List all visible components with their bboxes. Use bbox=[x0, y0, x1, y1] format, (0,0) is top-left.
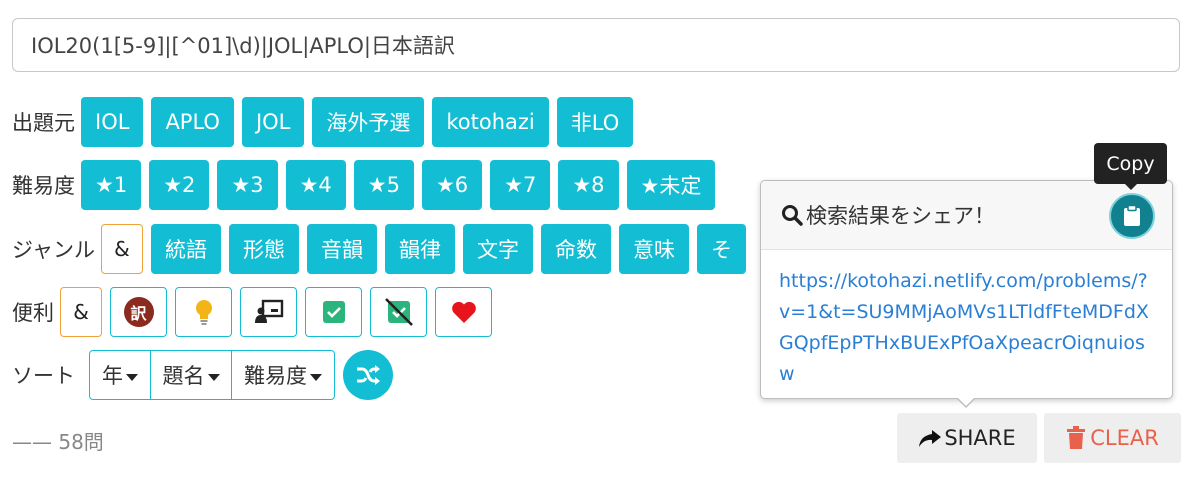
sort-year-label: 年 bbox=[102, 364, 123, 388]
difficulty-chip-7[interactable]: ★7 bbox=[490, 160, 551, 210]
difficulty-chip-8[interactable]: ★8 bbox=[558, 160, 619, 210]
genre-chip-semantics[interactable]: 意味 bbox=[618, 224, 689, 274]
sort-row: ソート 年 題名 難易度 bbox=[12, 350, 393, 400]
genre-chip-other[interactable]: そ bbox=[696, 224, 746, 274]
translation-glyph: 訳 bbox=[130, 304, 147, 323]
source-chip-aplo[interactable]: APLO bbox=[151, 97, 234, 147]
difficulty-chip-4[interactable]: ★4 bbox=[285, 160, 346, 210]
genre-chip-syntax[interactable]: 統語 bbox=[150, 224, 221, 274]
difficulty-chip-2[interactable]: ★2 bbox=[149, 160, 210, 210]
search-icon bbox=[782, 205, 803, 226]
heart-icon bbox=[451, 301, 476, 323]
sort-label: ソート bbox=[12, 364, 75, 388]
genre-chip-morphology[interactable]: 形態 bbox=[228, 224, 299, 274]
caret-down-icon bbox=[126, 373, 138, 381]
popover-title: 検索結果をシェア！ bbox=[806, 204, 995, 228]
genre-chip-prosody[interactable]: 韻律 bbox=[384, 224, 455, 274]
caret-down-icon bbox=[207, 373, 220, 381]
source-chip-kotohazi[interactable]: kotohazi bbox=[432, 97, 549, 147]
sort-title-label: 題名 bbox=[162, 364, 205, 388]
share-label: SHARE bbox=[944, 426, 1016, 450]
presenter-icon bbox=[254, 299, 283, 323]
genre-chip-phonology[interactable]: 音韻 bbox=[306, 224, 377, 274]
source-filter-row: 出題元 IOL APLO JOL 海外予選 kotohazi 非LO bbox=[12, 97, 641, 147]
copy-tooltip: Copy bbox=[1094, 143, 1167, 190]
result-count: —— 58問 bbox=[12, 430, 104, 454]
sort-by-difficulty-button[interactable]: 難易度 bbox=[231, 350, 335, 400]
convenience-and-toggle[interactable]: & bbox=[60, 287, 102, 337]
checked-icon bbox=[322, 301, 345, 323]
genre-filter-row: ジャンル & 統語 形態 音韻 韻律 文字 命数 意味 そ bbox=[12, 224, 772, 274]
source-label: 出題元 bbox=[12, 111, 75, 135]
favorite-filter-button[interactable] bbox=[435, 287, 492, 337]
convenience-filter-row: 便利 & 訳 bbox=[12, 287, 500, 337]
lightbulb-icon bbox=[195, 300, 212, 325]
solved-filter-button[interactable] bbox=[305, 287, 362, 337]
clear-label: CLEAR bbox=[1090, 426, 1159, 450]
difficulty-chip-1[interactable]: ★1 bbox=[81, 160, 142, 210]
share-url[interactable]: https://kotohazi.netlify.com/problems/?v… bbox=[761, 250, 1172, 390]
unchecked-icon bbox=[384, 298, 413, 326]
genre-and-toggle[interactable]: & bbox=[100, 224, 143, 274]
convenience-label: 便利 bbox=[12, 301, 54, 325]
sort-button-group: 年 題名 難易度 bbox=[89, 350, 335, 400]
genre-label: ジャンル bbox=[12, 238, 95, 262]
genre-chip-writing[interactable]: 文字 bbox=[462, 224, 533, 274]
unsolved-filter-button[interactable] bbox=[370, 287, 427, 337]
caret-down-icon bbox=[310, 373, 322, 381]
source-chip-overseas[interactable]: 海外予選 bbox=[312, 97, 425, 147]
search-input[interactable] bbox=[12, 18, 1180, 72]
popover-header: 検索結果をシェア！ bbox=[761, 181, 1172, 250]
shuffle-button[interactable] bbox=[343, 350, 393, 400]
sort-difficulty-label: 難易度 bbox=[244, 364, 307, 388]
translation-icon: 訳 bbox=[123, 297, 154, 327]
difficulty-chip-6[interactable]: ★6 bbox=[421, 160, 483, 210]
translation-filter-button[interactable]: 訳 bbox=[110, 287, 167, 337]
trash-icon bbox=[1067, 426, 1086, 449]
sort-by-title-button[interactable]: 題名 bbox=[149, 350, 233, 400]
source-chip-non-lo[interactable]: 非LO bbox=[556, 97, 634, 147]
copy-button[interactable] bbox=[1109, 193, 1155, 239]
genre-chip-numerals[interactable]: 命数 bbox=[540, 224, 611, 274]
difficulty-chip-5[interactable]: ★5 bbox=[353, 160, 414, 210]
clipboard-icon bbox=[1124, 205, 1140, 226]
popover-arrow-inner bbox=[957, 397, 975, 406]
difficulty-filter-row: 難易度 ★1 ★2 ★3 ★4 ★5 ★6 ★7 ★8 ★未定 bbox=[12, 160, 723, 210]
difficulty-label: 難易度 bbox=[12, 174, 75, 198]
presenter-filter-button[interactable] bbox=[240, 287, 297, 337]
source-chip-jol[interactable]: JOL bbox=[241, 97, 305, 147]
share-icon bbox=[919, 430, 942, 447]
hint-filter-button[interactable] bbox=[175, 287, 232, 337]
shuffle-icon bbox=[357, 365, 380, 385]
sort-by-year-button[interactable]: 年 bbox=[89, 350, 151, 400]
clear-button[interactable]: CLEAR bbox=[1044, 413, 1181, 463]
share-popover: 検索結果をシェア！ https://kotohazi.netlify.com/p… bbox=[760, 180, 1173, 399]
difficulty-chip-undecided[interactable]: ★未定 bbox=[626, 160, 716, 210]
source-chip-iol[interactable]: IOL bbox=[81, 97, 144, 147]
share-button[interactable]: SHARE bbox=[897, 413, 1037, 463]
difficulty-chip-3[interactable]: ★3 bbox=[217, 160, 278, 210]
